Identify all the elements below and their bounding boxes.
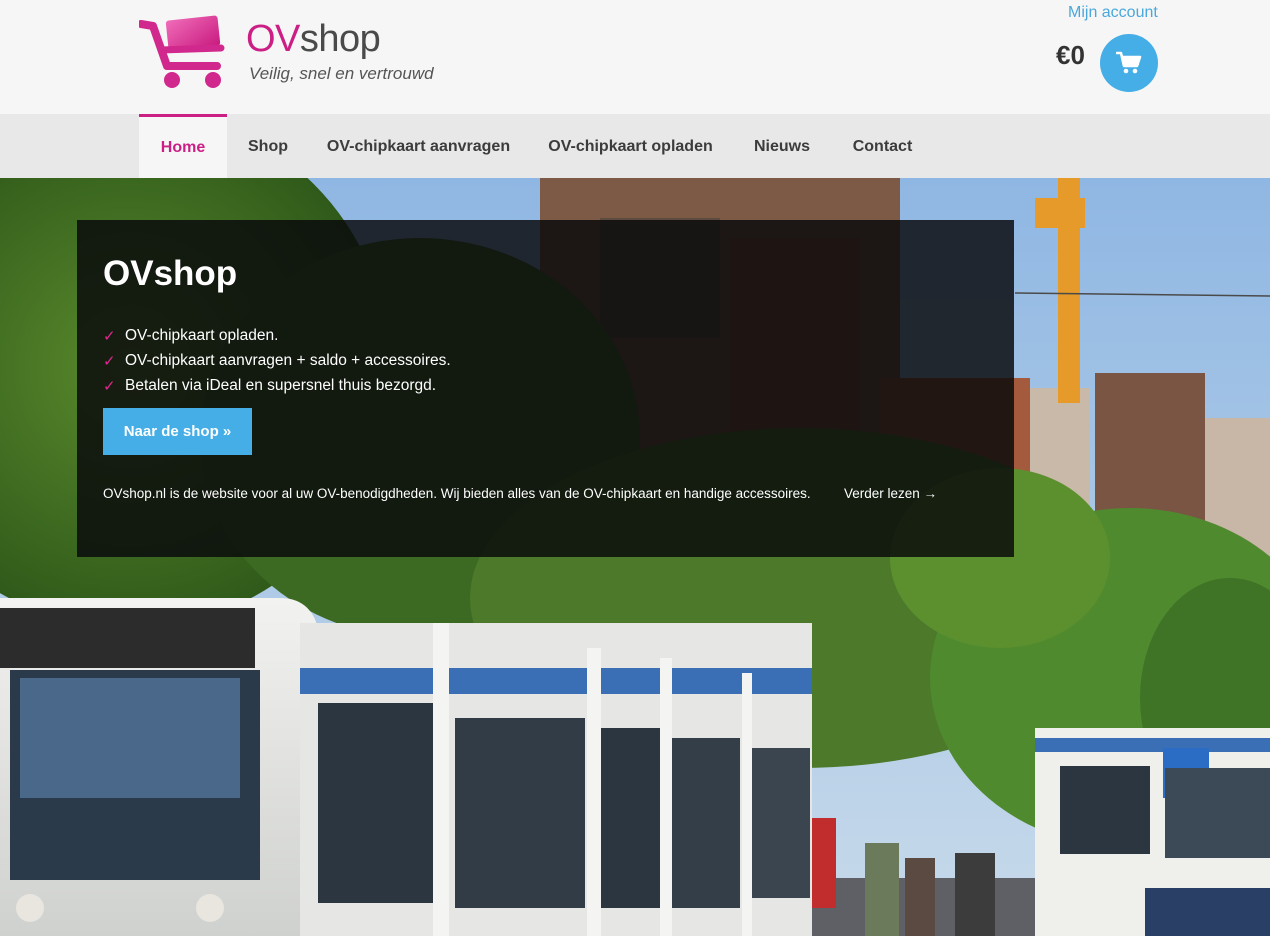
nav-item-nieuws[interactable]: Nieuws xyxy=(743,114,821,178)
feature-item: ✓ OV-chipkaart opladen. xyxy=(103,326,451,351)
nav-item-contact[interactable]: Contact xyxy=(842,114,923,178)
hero-content-box: OVshop ✓ OV-chipkaart opladen. ✓ OV-chipka… xyxy=(77,220,1014,557)
nav-item-home[interactable]: Home xyxy=(139,114,227,178)
hero-banner: OVshop ✓ OV-chipkaart opladen. ✓ OV-chipka… xyxy=(0,178,1270,936)
nav-item-ov-chipkaart-opladen[interactable]: OV-chipkaart opladen xyxy=(541,114,720,178)
feature-item: ✓ OV-chipkaart aanvragen + saldo + access… xyxy=(103,351,451,376)
checkmark-icon: ✓ xyxy=(103,353,116,370)
nav-item-shop[interactable]: Shop xyxy=(236,114,300,178)
hero-title: OVshop xyxy=(103,254,238,293)
site-header: OVshop Veilig, snel en vertrouwd Mijn ac… xyxy=(0,0,1270,114)
brand-name-part1: OV xyxy=(246,18,300,60)
feature-item: ✓ Betalen via iDeal en supersnel thuis be… xyxy=(103,376,451,401)
to-shop-button[interactable]: Naar de shop » xyxy=(103,408,252,455)
cart-button[interactable] xyxy=(1100,34,1158,92)
tagline: Veilig, snel en vertrouwd xyxy=(249,64,434,83)
checkmark-icon: ✓ xyxy=(103,328,116,345)
my-account-link[interactable]: Mijn account xyxy=(1068,4,1158,22)
feature-text: OV-chipkaart opladen. xyxy=(125,327,279,344)
brand-name-part2: shop xyxy=(299,18,381,60)
main-nav: Home Shop OV-chipkaart aanvragen OV-chip… xyxy=(0,114,1270,178)
cart-total: €0 xyxy=(1056,40,1085,70)
cart-logo-icon[interactable] xyxy=(139,14,231,90)
checkmark-icon: ✓ xyxy=(103,378,116,395)
shopping-cart-icon xyxy=(1116,51,1142,74)
brand-name[interactable]: OVshop xyxy=(246,16,381,62)
feature-text: Betalen via iDeal en supersnel thuis bez… xyxy=(125,377,437,394)
feature-text: OV-chipkaart aanvragen + saldo + accesso… xyxy=(125,352,451,369)
read-more-link[interactable]: Verder lezen → xyxy=(844,486,937,501)
hero-description: OVshop.nl is de website voor al uw OV-be… xyxy=(103,486,811,501)
nav-item-ov-chipkaart-aanvragen[interactable]: OV-chipkaart aanvragen xyxy=(318,114,519,178)
feature-list: ✓ OV-chipkaart opladen. ✓ OV-chipkaart aan… xyxy=(103,326,451,401)
